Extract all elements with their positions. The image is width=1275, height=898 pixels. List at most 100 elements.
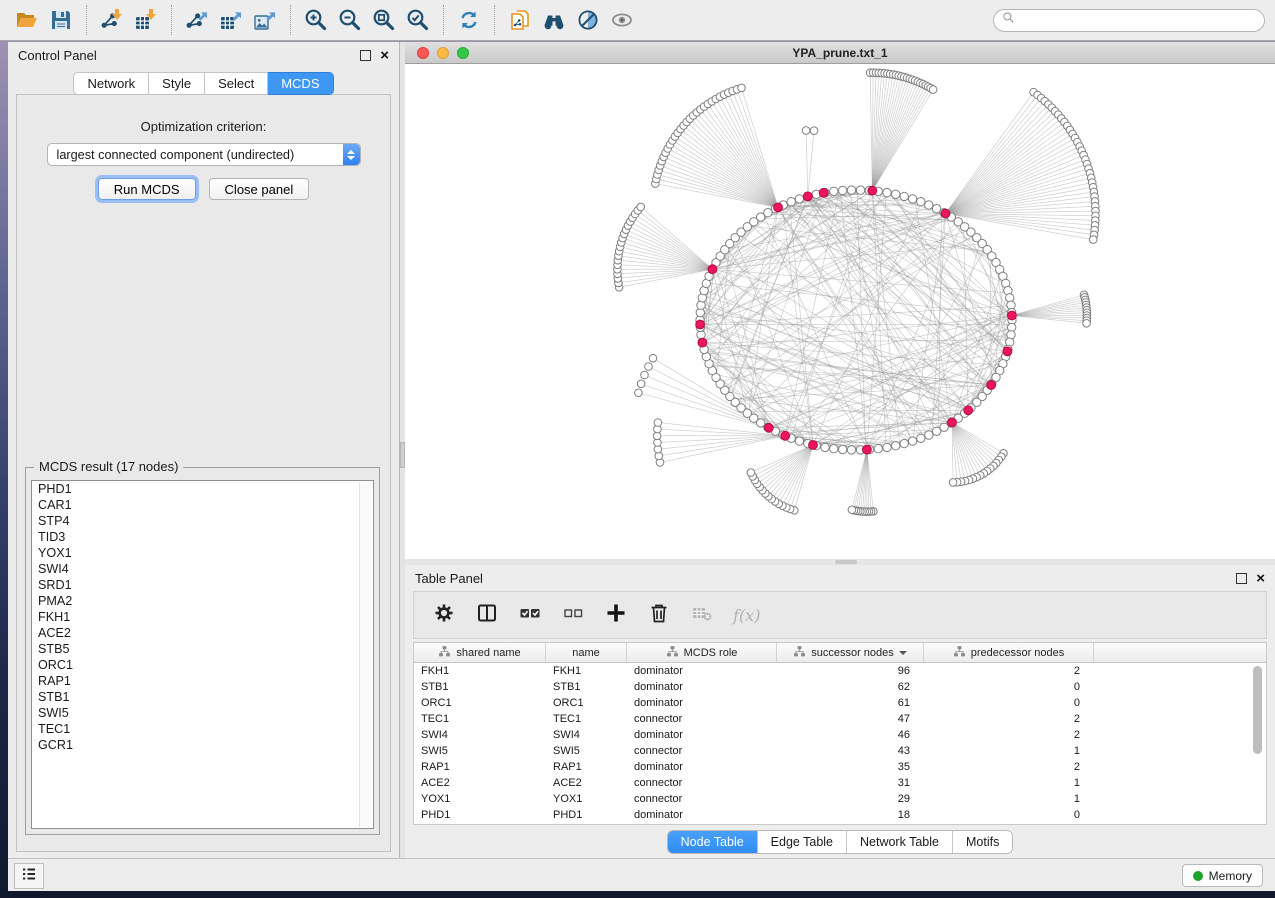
column-header-successor-nodes[interactable]: successor nodes — [777, 643, 924, 662]
mcds-node-item[interactable]: FKH1 — [32, 609, 373, 625]
network-graph[interactable] — [405, 64, 1273, 558]
network-canvas[interactable] — [405, 64, 1275, 559]
clone-network-button[interactable] — [503, 3, 537, 37]
zoom-fit-button[interactable] — [367, 3, 401, 37]
export-image-button[interactable] — [248, 3, 282, 37]
mcds-node-item[interactable]: PHD1 — [32, 481, 373, 497]
refresh-view-button[interactable] — [452, 3, 486, 37]
column-header-filler — [1094, 643, 1266, 662]
tab-node-table[interactable]: Node Table — [668, 831, 757, 853]
list-icon — [20, 865, 38, 888]
criterion-value: largest connected component (undirected) — [48, 148, 343, 162]
table-scrollbar[interactable] — [1253, 664, 1263, 821]
export-network-button[interactable] — [180, 3, 214, 37]
table-mode-button[interactable] — [432, 601, 456, 630]
mcds-node-item[interactable]: SWI4 — [32, 561, 373, 577]
save-session-icon — [49, 8, 73, 32]
select-all-rows-button[interactable] — [518, 601, 542, 630]
table-row[interactable]: RAP1RAP1dominator352 — [414, 759, 1266, 775]
table-row[interactable]: FKH1FKH1dominator962 — [414, 663, 1266, 679]
mcds-node-item[interactable]: SRD1 — [32, 577, 373, 593]
splitter-grip[interactable] — [835, 560, 857, 564]
run-mcds-button[interactable]: Run MCDS — [98, 178, 196, 200]
table-row[interactable]: STB1STB1dominator620 — [414, 679, 1266, 695]
mcds-node-item[interactable]: RAP1 — [32, 673, 373, 689]
cell: dominator — [627, 809, 777, 821]
tab-select[interactable]: Select — [205, 72, 268, 95]
save-session-button[interactable] — [44, 3, 78, 37]
column-header-MCDS-role[interactable]: MCDS role — [627, 643, 777, 662]
task-history-button[interactable] — [14, 863, 44, 889]
mcds-node-item[interactable]: STP4 — [32, 513, 373, 529]
cell: 18 — [777, 809, 924, 821]
column-header-name[interactable]: name — [546, 643, 627, 662]
search-network-button[interactable] — [537, 3, 571, 37]
tab-edge-table[interactable]: Edge Table — [757, 831, 846, 853]
table-row[interactable]: SWI4SWI4dominator462 — [414, 727, 1266, 743]
mcds-node-item[interactable]: CAR1 — [32, 497, 373, 513]
mcds-node-item[interactable]: SWI5 — [32, 705, 373, 721]
zoom-out-button[interactable] — [333, 3, 367, 37]
tab-style[interactable]: Style — [149, 72, 205, 95]
mcds-node-item[interactable]: TEC1 — [32, 721, 373, 737]
show-hide-graphics-button[interactable] — [571, 3, 605, 37]
table-row[interactable]: ORC1ORC1dominator610 — [414, 695, 1266, 711]
zoom-selected-button[interactable] — [401, 3, 435, 37]
cell: 43 — [777, 745, 924, 757]
float-panel-icon[interactable] — [360, 50, 371, 61]
import-table-icon — [134, 8, 158, 32]
tab-motifs[interactable]: Motifs — [952, 831, 1012, 853]
mcds-node-item[interactable]: GCR1 — [32, 737, 373, 753]
float-panel-icon[interactable] — [1236, 573, 1247, 584]
cell: dominator — [627, 681, 777, 693]
column-header-shared-name[interactable]: shared name — [414, 643, 546, 662]
cell: ACE2 — [546, 777, 627, 789]
mcds-node-item[interactable]: PMA2 — [32, 593, 373, 609]
open-session-button[interactable] — [10, 3, 44, 37]
tab-mcds[interactable]: MCDS — [268, 72, 333, 95]
table-row[interactable]: SWI5SWI5connector431 — [414, 743, 1266, 759]
close-panel-icon[interactable]: × — [380, 48, 389, 63]
tab-network-table[interactable]: Network Table — [846, 831, 952, 853]
table-row[interactable]: TEC1TEC1connector472 — [414, 711, 1266, 727]
mcds-node-item[interactable]: YOX1 — [32, 545, 373, 561]
mcds-node-item[interactable]: TID3 — [32, 529, 373, 545]
delete-columns-button[interactable] — [647, 601, 671, 630]
attribute-icon — [953, 645, 966, 661]
mcds-result-list[interactable]: PHD1CAR1STP4TID3YOX1SWI4SRD1PMA2FKH1ACE2… — [31, 480, 374, 829]
table-row[interactable]: PHD1PHD1dominator180 — [414, 807, 1266, 823]
add-column-button[interactable] — [604, 601, 628, 630]
cell: 1 — [924, 745, 1094, 757]
zoom-in-button[interactable] — [299, 3, 333, 37]
deselect-all-rows-button[interactable] — [561, 601, 585, 630]
level-of-detail-button[interactable] — [605, 3, 639, 37]
attribute-icon — [666, 645, 679, 661]
table-header-row: shared namenameMCDS rolesuccessor nodesp… — [414, 643, 1266, 663]
search-network-icon — [542, 8, 566, 32]
scrollbar-thumb[interactable] — [1253, 666, 1262, 754]
table-row[interactable]: YOX1YOX1connector291 — [414, 791, 1266, 807]
tab-network[interactable]: Network — [73, 72, 149, 95]
close-panel-icon[interactable]: × — [1256, 571, 1265, 586]
column-header-predecessor-nodes[interactable]: predecessor nodes — [924, 643, 1094, 662]
cell: dominator — [627, 729, 777, 741]
mcds-node-item[interactable]: STB5 — [32, 641, 373, 657]
table-row[interactable]: ACE2ACE2connector311 — [414, 775, 1266, 791]
cell: ACE2 — [414, 777, 546, 789]
import-network-button[interactable] — [95, 3, 129, 37]
mcds-node-item[interactable]: STB1 — [32, 689, 373, 705]
search-input[interactable] — [1020, 12, 1256, 28]
import-table-button[interactable] — [129, 3, 163, 37]
mcds-node-item[interactable]: ORC1 — [32, 657, 373, 673]
export-table-button[interactable] — [214, 3, 248, 37]
mcds-node-item[interactable]: ACE2 — [32, 625, 373, 641]
attribute-icon — [438, 645, 451, 661]
close-panel-button[interactable]: Close panel — [209, 178, 310, 200]
show-columns-button[interactable] — [475, 601, 499, 630]
select-stepper-icon — [343, 144, 360, 165]
memory-button[interactable]: Memory — [1182, 864, 1263, 887]
criterion-select[interactable]: largest connected component (undirected) — [47, 143, 361, 166]
list-scrollbar[interactable] — [359, 482, 372, 827]
search-box[interactable] — [993, 9, 1265, 32]
mcds-result-group: MCDS result (17 nodes) PHD1CAR1STP4TID3Y… — [25, 467, 380, 835]
